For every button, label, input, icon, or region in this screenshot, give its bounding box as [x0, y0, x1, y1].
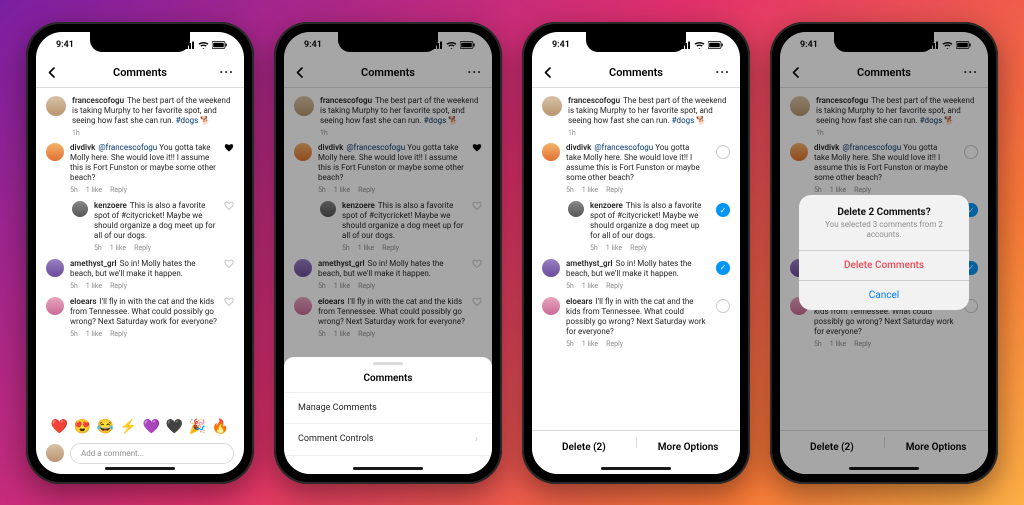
back-button[interactable] — [542, 66, 554, 78]
battery-icon — [708, 41, 724, 49]
post-hashtag[interactable]: #dogs — [176, 116, 199, 125]
comment-username[interactable]: amethyst_grl — [70, 259, 117, 268]
comment-username[interactable]: kenzoere — [94, 201, 127, 210]
alert-delete-button[interactable]: Delete Comments — [799, 250, 969, 280]
comment-row[interactable]: kenzoereThis is also a favorite spot of … — [36, 197, 244, 255]
comment-row[interactable]: amethyst_grlSo in! Molly hates the beach… — [532, 255, 740, 293]
alert-backdrop[interactable]: Delete 2 Comments? You selected 3 commen… — [780, 32, 988, 474]
delete-alert: Delete 2 Comments? You selected 3 commen… — [799, 195, 969, 311]
emoji-option[interactable]: ⚡ — [120, 419, 137, 435]
like-icon[interactable] — [224, 143, 234, 153]
emoji-quick-row: ❤️ 😍 😂 ⚡ 💜 🖤 🎉 🔥 — [36, 413, 244, 439]
select-checkbox[interactable] — [716, 145, 730, 159]
comment-username[interactable]: eloears — [70, 297, 97, 306]
emoji-option[interactable]: 😍 — [74, 419, 91, 435]
wifi-icon — [694, 41, 705, 49]
notch — [586, 32, 686, 52]
avatar[interactable] — [72, 201, 88, 217]
chevron-left-icon — [542, 66, 554, 78]
original-post: francescofoguThe best part of the weeken… — [36, 92, 244, 140]
emoji-option[interactable]: 🖤 — [166, 419, 183, 435]
nav-title: Comments — [113, 66, 167, 79]
chevron-right-icon: › — [475, 434, 478, 445]
emoji-option[interactable]: 🔥 — [212, 419, 229, 435]
phone-comments-view: 9:41 Comments ··· francescofoguThe best … — [26, 22, 254, 484]
more-button[interactable]: ··· — [715, 65, 730, 79]
emoji-option[interactable]: ❤️ — [51, 419, 68, 435]
home-indicator[interactable] — [353, 467, 423, 470]
delete-button[interactable]: Delete (2) — [532, 431, 636, 464]
avatar[interactable] — [46, 297, 64, 315]
avatar — [46, 444, 64, 462]
like-icon[interactable] — [224, 297, 234, 307]
status-time: 9:41 — [56, 40, 74, 50]
action-sheet: Comments Manage Comments Comment Control… — [284, 357, 492, 474]
more-button[interactable]: ··· — [219, 65, 234, 79]
sheet-title: Comments — [284, 365, 492, 393]
avatar[interactable] — [46, 96, 66, 116]
phone-selection-mode: 9:41 Comments ··· francescofoguThe best … — [522, 22, 750, 484]
sheet-item-manage[interactable]: Manage Comments — [284, 393, 492, 424]
chevron-left-icon — [46, 66, 58, 78]
alert-message: You selected 3 comments from 2 accounts. — [799, 220, 969, 251]
alert-cancel-button[interactable]: Cancel — [799, 280, 969, 310]
back-button[interactable] — [46, 66, 58, 78]
home-indicator[interactable] — [105, 467, 175, 470]
emoji-option[interactable]: 💜 — [143, 419, 160, 435]
comments-feed[interactable]: francescofoguThe best part of the weeken… — [532, 88, 740, 474]
comment-row[interactable]: divdivk@francescofogu You gotta take Mol… — [36, 139, 244, 197]
post-username[interactable]: francescofogu — [72, 96, 124, 105]
post-emoji: 🐕 — [200, 116, 210, 125]
avatar[interactable] — [46, 143, 64, 161]
emoji-option[interactable]: 😂 — [97, 419, 114, 435]
select-checkbox[interactable]: ✓ — [716, 261, 730, 275]
notch — [338, 32, 438, 52]
like-icon[interactable] — [224, 201, 234, 211]
wifi-icon — [198, 41, 209, 49]
comments-feed[interactable]: francescofoguThe best part of the weeken… — [36, 88, 244, 413]
home-indicator[interactable] — [601, 467, 671, 470]
nav-title: Comments — [609, 66, 663, 79]
nav-bar: Comments ··· — [36, 58, 244, 88]
like-icon[interactable] — [224, 259, 234, 269]
more-options-button[interactable]: More Options — [636, 431, 740, 464]
comment-row[interactable]: kenzoereThis is also a favorite spot of … — [532, 197, 740, 255]
phone-action-sheet: 9:41 Comments ··· francescofoguThe best … — [274, 22, 502, 484]
phone-delete-confirm: 9:41 Comments ··· francescofoguThe best … — [770, 22, 998, 484]
sheet-item-controls[interactable]: Comment Controls › — [284, 424, 492, 456]
comment-row[interactable]: eloearsI'll fly in with the cat and the … — [532, 293, 740, 351]
home-indicator[interactable] — [849, 467, 919, 470]
comment-input[interactable]: Add a comment... — [70, 443, 234, 464]
comment-mention[interactable]: @francescofogu — [98, 143, 157, 152]
comment-row[interactable]: eloearsI'll fly in with the cat and the … — [36, 293, 244, 341]
notch — [90, 32, 190, 52]
comment-row[interactable]: amethyst_grlSo in! Molly hates the beach… — [36, 255, 244, 293]
nav-bar: Comments ··· — [532, 58, 740, 88]
comment-username[interactable]: divdivk — [70, 143, 95, 152]
comment-row[interactable]: divdivk@francescofogu You gotta take Mol… — [532, 139, 740, 197]
emoji-option[interactable]: 🎉 — [189, 419, 206, 435]
post-time: 1h — [72, 129, 80, 138]
battery-icon — [212, 41, 228, 49]
select-checkbox[interactable] — [716, 299, 730, 313]
notch — [834, 32, 934, 52]
select-checkbox[interactable]: ✓ — [716, 203, 730, 217]
alert-title: Delete 2 Comments? — [799, 195, 969, 220]
avatar[interactable] — [46, 259, 64, 277]
status-time: 9:41 — [552, 40, 570, 50]
